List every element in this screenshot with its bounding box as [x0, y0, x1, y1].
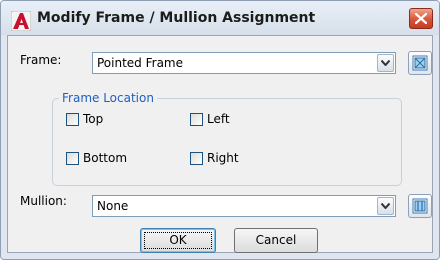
chevron-down-icon	[381, 203, 390, 209]
frame-location-legend: Frame Location	[62, 91, 154, 105]
mullion-label: Mullion:	[20, 194, 67, 208]
top-checkbox-box[interactable]	[66, 113, 79, 126]
left-checkbox-label: Left	[207, 112, 230, 126]
frame-style-icon	[412, 55, 428, 71]
mullion-select-value: None	[97, 199, 129, 213]
close-button[interactable]	[409, 8, 433, 29]
mullion-style-button[interactable]	[408, 194, 432, 218]
frame-location-group: Frame Location	[52, 91, 402, 186]
dialog-window: Modify Frame / Mullion Assignment Frame:…	[0, 0, 440, 260]
bottom-checkbox-box[interactable]	[66, 152, 79, 165]
mullion-style-icon	[412, 198, 428, 214]
frame-dropdown-button[interactable]	[377, 54, 394, 72]
frame-label: Frame:	[20, 53, 62, 67]
frame-select-value: Pointed Frame	[97, 56, 183, 70]
top-checkbox-label: Top	[83, 112, 104, 126]
frame-select[interactable]: Pointed Frame	[92, 52, 396, 74]
frame-style-button[interactable]	[408, 51, 432, 75]
chevron-down-icon	[381, 60, 390, 66]
left-checkbox-box[interactable]	[190, 113, 203, 126]
autocad-a-icon	[11, 11, 31, 31]
cancel-button[interactable]: Cancel	[234, 228, 318, 253]
bottom-checkbox-label: Bottom	[83, 151, 128, 165]
mullion-select[interactable]: None	[92, 195, 396, 217]
mullion-dropdown-button[interactable]	[377, 197, 394, 215]
right-checkbox-label: Right	[207, 151, 239, 165]
dialog-body: Frame: Pointed Frame Frame Location Top	[7, 35, 433, 253]
close-x-icon	[415, 13, 427, 24]
dialog-title: Modify Frame / Mullion Assignment	[37, 10, 316, 26]
title-bar[interactable]: Modify Frame / Mullion Assignment	[1, 1, 439, 35]
ok-button[interactable]: OK	[140, 228, 216, 253]
cancel-button-label: Cancel	[255, 233, 297, 247]
right-checkbox-box[interactable]	[190, 152, 203, 165]
